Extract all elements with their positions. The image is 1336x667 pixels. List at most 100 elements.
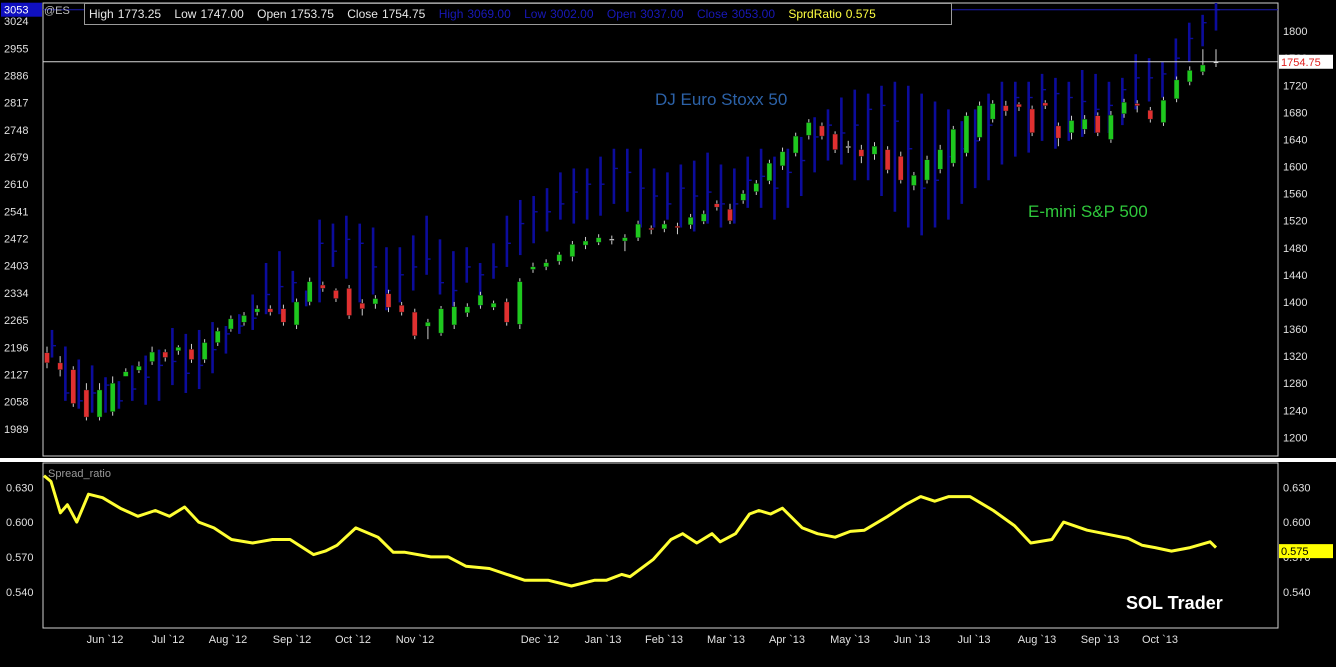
- left-axis-tick-label: 2955: [4, 43, 28, 55]
- es-candle-body: [898, 156, 904, 181]
- es-candle-body: [595, 237, 602, 243]
- left-axis-tick-label: 2403: [4, 261, 28, 273]
- indicator-left-tick-label: 0.630: [6, 482, 34, 494]
- ratio-label: SprdRatio: [788, 7, 842, 21]
- es-candle-body: [1134, 103, 1140, 106]
- es-candle-body: [1160, 99, 1167, 123]
- es-candle-body: [937, 149, 943, 170]
- right-axis-tick-label: 1520: [1283, 216, 1307, 228]
- es-candle-body: [530, 266, 536, 270]
- es-candle-body: [674, 225, 681, 228]
- es-candle-body: [517, 281, 523, 325]
- es-candle-body: [582, 240, 589, 246]
- right-axis-tick-label: 1360: [1283, 324, 1307, 336]
- es-candle-body: [1081, 118, 1088, 130]
- es-candle-body: [661, 223, 668, 230]
- es-candle-body: [412, 311, 418, 336]
- chart-area: 1989 2058 2127 2196 2265 2334 2403 2472 2541 2610…: [0, 0, 1336, 662]
- stoxx-low-value: 3002.00: [550, 7, 594, 21]
- es-candle-body: [779, 151, 786, 167]
- left-axis-tick-label: 2196: [4, 342, 28, 354]
- x-axis-month-label: Feb `13: [645, 634, 683, 646]
- es-candle-body: [766, 162, 773, 181]
- left-axis-tick-label: 2127: [4, 369, 28, 381]
- es-candle-body: [740, 193, 746, 201]
- es-candle-body: [490, 303, 497, 308]
- left-axis-tick-label: 2334: [4, 288, 28, 300]
- es-candle-body: [1068, 120, 1075, 133]
- left-axis-tick-label: 2886: [4, 70, 28, 82]
- x-axis-month-label: Jun `13: [894, 634, 931, 646]
- x-axis-month-label: Sep `12: [273, 634, 312, 646]
- es-candle-body: [1173, 79, 1180, 100]
- left-axis-tick-label: 1989: [4, 424, 28, 436]
- es-candle-body: [792, 135, 799, 154]
- es-candle-body: [123, 371, 129, 377]
- right-axis-tick-label: 1280: [1283, 378, 1307, 390]
- x-axis-month-label: Dec `12: [521, 634, 560, 646]
- stoxx-open-value: 3037.00: [640, 7, 684, 21]
- es-series-label: E-mini S&P 500: [1028, 202, 1148, 221]
- es-candle-body: [858, 149, 865, 157]
- x-axis-month-label: Jan `13: [585, 634, 622, 646]
- x-axis-month-label: Aug `13: [1018, 634, 1057, 646]
- es-candle-body: [701, 213, 707, 222]
- es-candle-body: [1200, 64, 1206, 72]
- right-axis-tick-label: 1600: [1283, 162, 1307, 174]
- left-axis-tick-label: 2472: [4, 234, 28, 246]
- stoxx-series-label: DJ Euro Stoxx 50: [655, 90, 787, 109]
- chart-svg: 1989 2058 2127 2196 2265 2334 2403 2472 2541 2610…: [0, 0, 1336, 662]
- right-axis-tick-label: 1440: [1283, 270, 1307, 282]
- es-candle-body: [188, 349, 195, 360]
- es-candle-body: [924, 159, 930, 181]
- es-candle-body: [162, 351, 168, 358]
- es-candle-body: [215, 330, 221, 343]
- es-candle-body: [819, 125, 825, 137]
- es-open-value: 1753.75: [290, 7, 334, 21]
- es-candle-body: [806, 122, 812, 136]
- es-candle-body: [635, 223, 641, 238]
- panel-separator[interactable]: [0, 458, 1336, 462]
- x-axis-month-label: Oct `12: [335, 634, 371, 646]
- indicator-title: Spread_ratio: [48, 468, 111, 480]
- es-candle-body: [346, 288, 352, 316]
- stoxx-open-label: Open: [606, 7, 637, 21]
- es-candle-body: [425, 322, 431, 327]
- x-axis-month-label: Apr `13: [769, 634, 805, 646]
- stoxx-last-value-text: 3053: [4, 5, 28, 17]
- es-candle-body: [149, 351, 155, 362]
- stoxx-high-value: 3069.00: [467, 7, 511, 21]
- x-axis-month-label: Sep `13: [1081, 634, 1120, 646]
- data-window-header: High 1773.25 Low 1747.00 Open 1753.75 Close…: [84, 3, 952, 25]
- es-candle-body: [333, 290, 339, 299]
- es-candle-body: [398, 305, 405, 313]
- es-candle-body: [845, 146, 851, 148]
- es-candle-body: [1055, 125, 1062, 139]
- es-candle-body: [254, 308, 260, 313]
- x-axis-month-label: Nov `12: [396, 634, 435, 646]
- ratio-value: 0.575: [845, 7, 876, 21]
- right-axis-tick-label: 1800: [1283, 26, 1307, 38]
- es-candle-body: [320, 284, 326, 289]
- es-candle-body: [1187, 70, 1193, 83]
- es-candle-body: [44, 352, 50, 364]
- es-candle-body: [175, 347, 182, 351]
- es-candle-body: [280, 308, 287, 323]
- es-candle-body: [1095, 115, 1101, 133]
- indicator-left-tick-label: 0.570: [6, 552, 34, 564]
- x-axis-month-label: Aug `12: [209, 634, 248, 646]
- es-candle-body: [832, 133, 838, 150]
- es-candle-body: [963, 115, 970, 154]
- es-candle-body: [109, 382, 116, 412]
- right-axis-tick-label: 1720: [1283, 80, 1307, 92]
- es-candle-body: [950, 129, 957, 164]
- left-axis-tick-label: 2679: [4, 152, 28, 164]
- es-low-value: 1747.00: [200, 7, 244, 21]
- left-axis-tick-label: 3024: [4, 16, 28, 28]
- es-candle-body: [556, 254, 562, 262]
- es-candle-body: [1147, 110, 1154, 120]
- es-candle-body: [464, 306, 471, 313]
- right-axis-tick-label: 1680: [1283, 107, 1307, 119]
- es-candle-body: [83, 389, 90, 418]
- x-axis-month-label: Jul `12: [151, 634, 184, 646]
